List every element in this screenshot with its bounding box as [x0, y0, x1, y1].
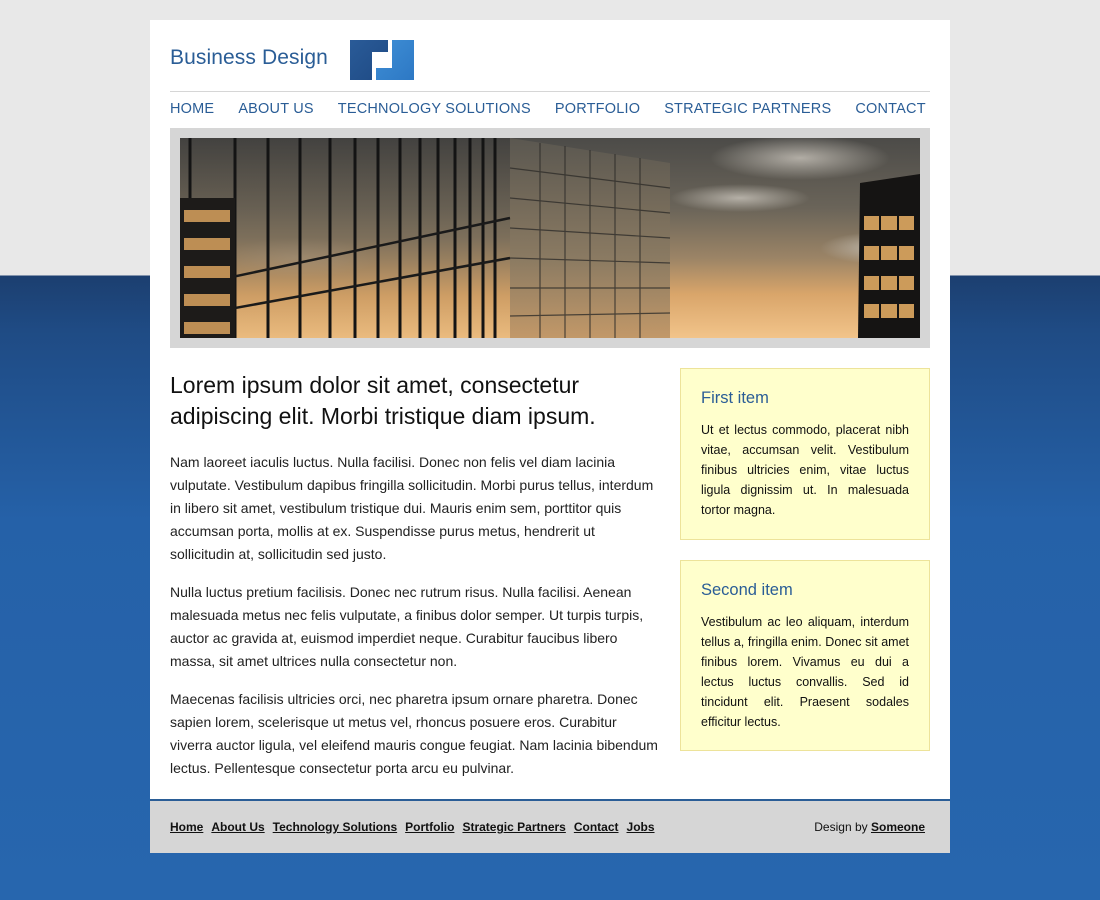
- footer-link-contact[interactable]: Contact: [574, 820, 619, 834]
- logo-icon[interactable]: [350, 40, 414, 80]
- banner-frame: [170, 128, 930, 348]
- main-nav: HOME ABOUT US TECHNOLOGY SOLUTIONS PORTF…: [170, 101, 950, 121]
- site-title[interactable]: Business Design: [170, 46, 328, 70]
- page-headline: Lorem ipsum dolor sit amet, consectetur …: [170, 372, 596, 429]
- page-container: Business Design HOME ABOUT US TECHNOLOGY…: [150, 20, 950, 853]
- credit-prefix: Design by: [814, 820, 868, 834]
- design-credit: Design by Someone: [814, 820, 925, 834]
- footer-link-portfolio[interactable]: Portfolio: [405, 820, 454, 834]
- site-footer: Home About Us Technology Solutions Portf…: [150, 799, 950, 853]
- sidebar-item-second: Second item Vestibulum ac leo aliquam, i…: [680, 560, 930, 751]
- sidebar-item-text: Ut et lectus commodo, placerat nibh vita…: [701, 423, 909, 517]
- footer-link-strategic-partners[interactable]: Strategic Partners: [462, 820, 565, 834]
- footer-link-jobs[interactable]: Jobs: [627, 820, 655, 834]
- sidebar-item-title: Second item: [701, 581, 793, 599]
- footer-link-technology-solutions[interactable]: Technology Solutions: [273, 820, 397, 834]
- footer-link-home[interactable]: Home: [170, 820, 203, 834]
- body-paragraph: Nulla luctus pretium facilisis. Donec ne…: [170, 584, 644, 669]
- sidebar-item-first: First item Ut et lectus commodo, placera…: [680, 368, 930, 540]
- banner-image: [180, 138, 920, 338]
- sidebar: First item Ut et lectus commodo, placera…: [680, 368, 930, 771]
- site-header: Business Design: [170, 20, 930, 92]
- sidebar-item-title: First item: [701, 389, 769, 407]
- main-content: Lorem ipsum dolor sit amet, consectetur …: [170, 370, 660, 795]
- body-paragraph: Nam laoreet iaculis luctus. Nulla facili…: [170, 454, 654, 562]
- nav-portfolio[interactable]: PORTFOLIO: [555, 101, 640, 121]
- nav-about-us[interactable]: ABOUT US: [238, 101, 313, 121]
- footer-link-about-us[interactable]: About Us: [211, 820, 264, 834]
- footer-nav: Home About Us Technology Solutions Portf…: [170, 820, 663, 834]
- sidebar-item-text: Vestibulum ac leo aliquam, interdum tell…: [701, 615, 909, 729]
- nav-home[interactable]: HOME: [170, 101, 214, 121]
- credit-link[interactable]: Someone: [871, 820, 925, 834]
- nav-strategic-partners[interactable]: STRATEGIC PARTNERS: [664, 101, 831, 121]
- nav-technology-solutions[interactable]: TECHNOLOGY SOLUTIONS: [338, 101, 531, 121]
- body-paragraph: Maecenas facilisis ultricies orci, nec p…: [170, 691, 658, 776]
- nav-contact[interactable]: CONTACT: [855, 101, 925, 121]
